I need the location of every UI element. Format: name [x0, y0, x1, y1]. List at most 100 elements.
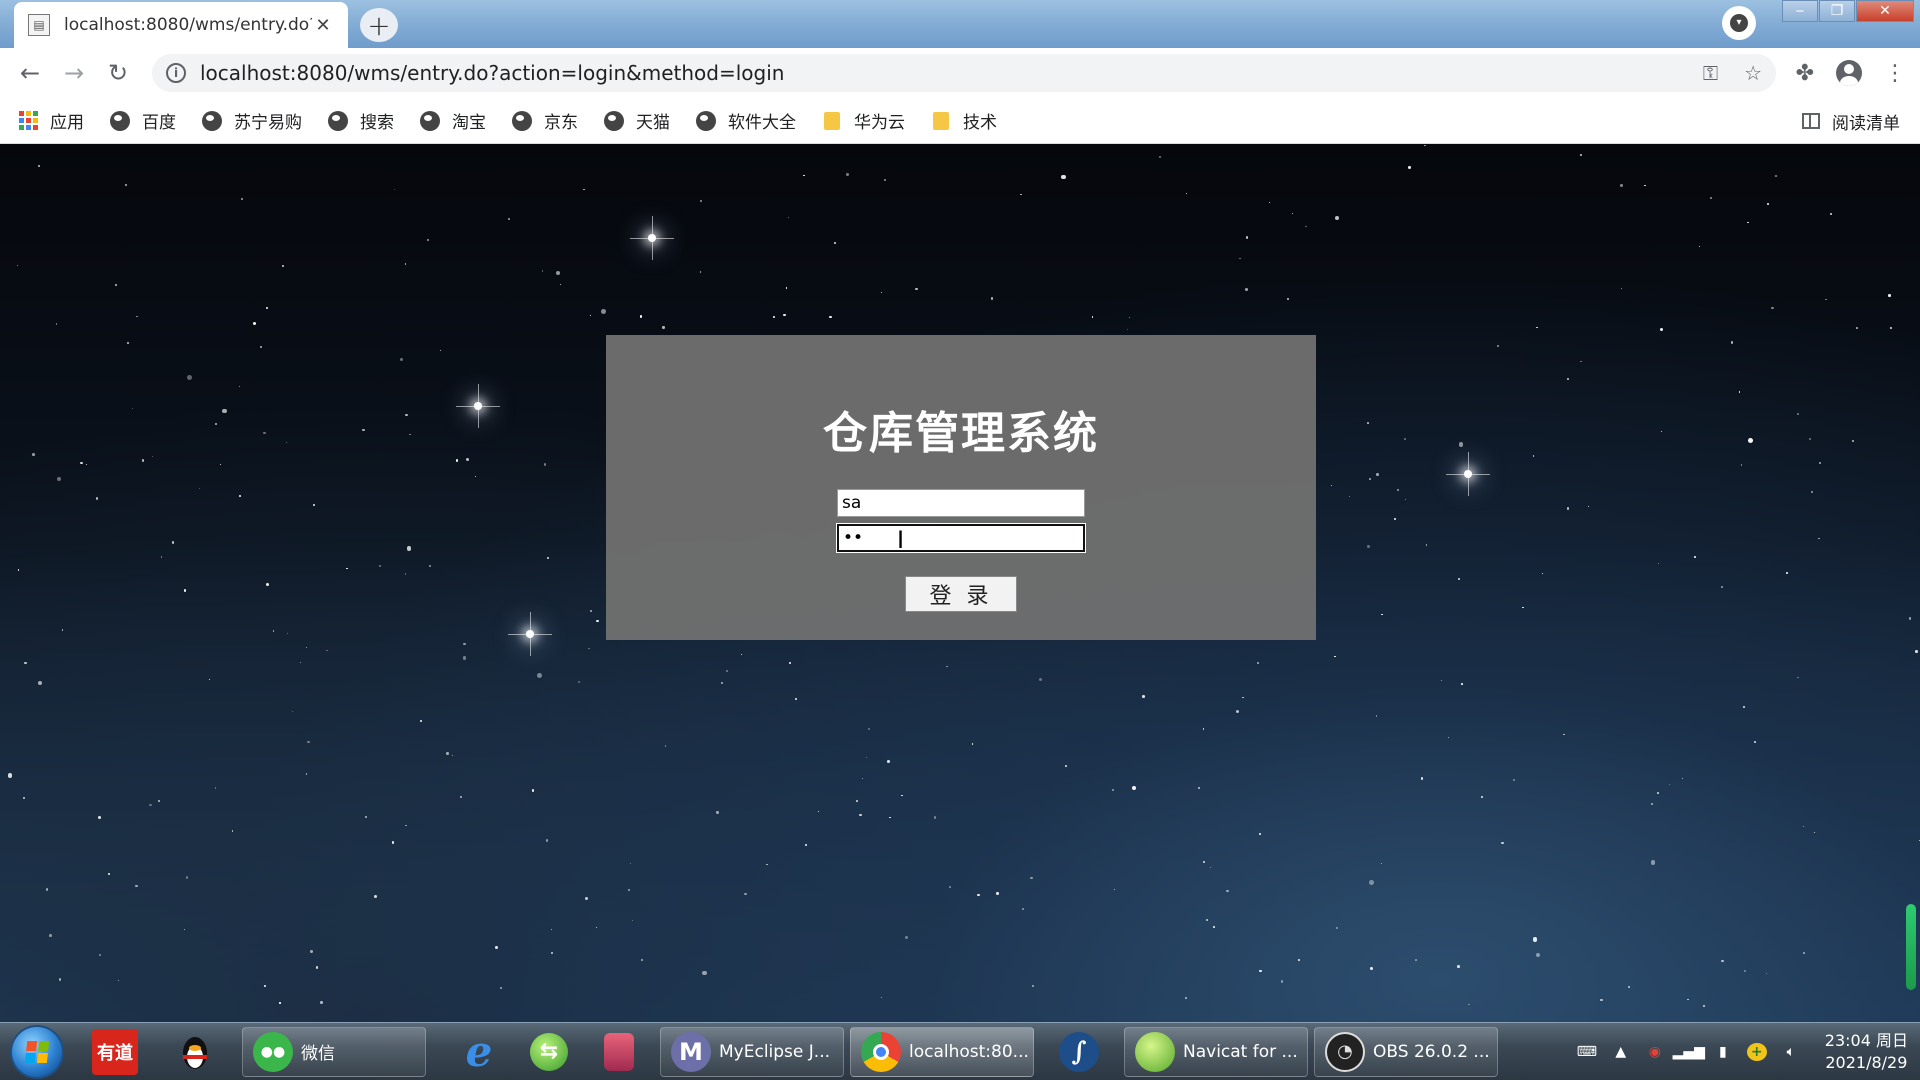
username-input[interactable]: [837, 489, 1085, 517]
bookmark-label: 搜索: [360, 113, 394, 133]
chevron-down-icon: ▾: [1730, 14, 1748, 32]
bookmark-label: 京东: [544, 113, 578, 133]
window-controls: ‒ ❐ ✕: [1781, 0, 1914, 22]
database-tool-icon[interactable]: [590, 1027, 648, 1077]
bookmark-tmall[interactable]: 天猫: [604, 108, 670, 133]
bookmark-suning[interactable]: 苏宁易购: [202, 108, 302, 133]
page-favicon-icon: ▤: [28, 14, 50, 36]
back-button[interactable]: ←: [8, 51, 52, 95]
reading-list-button[interactable]: 阅读清单: [1802, 98, 1900, 144]
tab-title: localhost:8080/wms/entry.do?: [64, 15, 312, 35]
green-refresh-app-icon[interactable]: ⇆: [520, 1027, 578, 1077]
bookmark-taobao[interactable]: 淘宝: [420, 108, 486, 133]
security-shield-icon[interactable]: ◉: [1645, 1043, 1665, 1061]
task-label: Navicat for ...: [1183, 1041, 1298, 1062]
taskbar-app-myeclipse[interactable]: M MyEclipse J...: [660, 1026, 844, 1077]
reload-icon: ↻: [107, 59, 129, 87]
globe-icon: [202, 110, 222, 131]
youdao-label: 有道: [97, 1042, 133, 1064]
task-label: localhost:80...: [909, 1041, 1029, 1062]
password-input[interactable]: [836, 523, 1086, 553]
globe-icon: [420, 110, 440, 131]
minimize-button[interactable]: ‒: [1782, 0, 1818, 22]
globe-icon: [696, 110, 716, 131]
taskbar-app-chrome[interactable]: localhost:80...: [850, 1026, 1034, 1077]
reading-list-label: 阅读清单: [1832, 113, 1900, 134]
site-info-icon[interactable]: i: [166, 63, 186, 83]
bookmark-baidu[interactable]: 百度: [110, 108, 176, 133]
bookmark-folder-huaweicloud[interactable]: 华为云: [822, 108, 905, 133]
clock-date: 2021/8/29: [1825, 1053, 1908, 1072]
task-label: 微信: [301, 1044, 335, 1064]
start-button[interactable]: [10, 1024, 64, 1079]
bookmark-label: 淘宝: [452, 113, 486, 133]
browser-tab[interactable]: ▤ localhost:8080/wms/entry.do? ✕: [14, 2, 348, 48]
bookmark-label: 软件大全: [728, 113, 796, 133]
bookmark-label: 天猫: [636, 113, 670, 133]
menu-dots-icon[interactable]: ⋮: [1884, 61, 1906, 86]
system-tray: ⌨ ▲ ◉ ▂▄▆ ▮ + 🔈︎ 23:04 周日 2021/8/29: [1577, 1023, 1908, 1080]
bookmark-label: 技术: [963, 113, 997, 133]
login-panel: 仓库管理系统 登 录: [606, 335, 1316, 640]
add-plus-icon[interactable]: +: [1746, 1043, 1767, 1061]
bookmark-label: 华为云: [854, 113, 905, 133]
apps-grid-icon: [18, 111, 38, 131]
taskbar-app-wechat[interactable]: ●● 微信: [242, 1026, 426, 1077]
new-tab-button[interactable]: +: [360, 8, 398, 42]
chrome-icon: [861, 1031, 901, 1072]
globe-icon: [512, 110, 532, 131]
arrow-left-icon: ←: [19, 59, 41, 87]
bookmark-star-icon[interactable]: ☆: [1744, 61, 1762, 85]
text-cursor-icon: I: [897, 526, 905, 554]
taskbar: 有道 ●● 微信 e ⇆ M MyEclipse J... localhost:…: [0, 1022, 1920, 1080]
bookmark-label: 苏宁易购: [234, 113, 302, 133]
bookmark-jd[interactable]: 京东: [512, 108, 578, 133]
close-window-button[interactable]: ✕: [1856, 0, 1914, 22]
show-hidden-icons-icon[interactable]: ▲: [1611, 1043, 1631, 1061]
network-signal-icon[interactable]: ▂▄▆: [1673, 1043, 1705, 1061]
internet-explorer-icon[interactable]: e: [450, 1027, 508, 1077]
tab-close-icon[interactable]: ✕: [312, 15, 334, 36]
wechat-icon: ●●: [253, 1031, 293, 1072]
bookmark-search[interactable]: 搜索: [328, 108, 394, 133]
bookmark-software[interactable]: 软件大全: [696, 108, 796, 133]
taskbar-app-navicat[interactable]: Navicat for ...: [1124, 1026, 1308, 1077]
bookmark-label: 百度: [142, 113, 176, 133]
arrow-right-icon: →: [63, 59, 85, 87]
bookmark-label: 应用: [50, 113, 84, 133]
profile-avatar-icon[interactable]: [1836, 60, 1862, 86]
page-viewport: 仓库管理系统 登 录 I: [0, 144, 1920, 1022]
address-url[interactable]: localhost:8080/wms/entry.do?action=login…: [200, 61, 784, 85]
clipboard-icon[interactable]: ▮: [1713, 1043, 1733, 1061]
clock-time: 23:04 周日: [1824, 1031, 1908, 1050]
myeclipse-icon: M: [671, 1031, 711, 1072]
restore-button[interactable]: ❐: [1819, 0, 1855, 22]
forward-button[interactable]: →: [52, 51, 96, 95]
obs-icon: ◔: [1325, 1031, 1365, 1072]
qq-penguin-icon[interactable]: [172, 1027, 218, 1077]
folder-icon: [824, 111, 840, 130]
windows-logo-icon: [24, 1040, 50, 1063]
side-indicator: [1906, 904, 1916, 990]
globe-icon: [604, 110, 624, 131]
extensions-icon[interactable]: ✤: [1796, 61, 1814, 86]
volume-icon[interactable]: 🔈︎: [1781, 1043, 1801, 1061]
navicat-icon: [1135, 1031, 1175, 1072]
reload-button[interactable]: ↻: [96, 51, 140, 95]
key-icon[interactable]: ⚿: [1703, 61, 1718, 85]
folder-icon: [933, 111, 949, 130]
reading-list-icon: [1802, 113, 1820, 129]
login-button[interactable]: 登 录: [905, 576, 1017, 612]
system-clock[interactable]: 23:04 周日 2021/8/29: [1825, 1030, 1908, 1074]
bookmarks-bar: 应用 百度 苏宁易购 搜索 淘宝 京东 天猫 软件大全 华为云 技术 阅读清单: [0, 98, 1920, 144]
pen-tool-icon[interactable]: ∫: [1050, 1027, 1108, 1077]
address-bar[interactable]: i localhost:8080/wms/entry.do?action=log…: [152, 54, 1776, 92]
youdao-icon[interactable]: 有道: [92, 1028, 138, 1075]
tab-search-button[interactable]: ▾: [1722, 6, 1756, 40]
browser-titlebar: ▤ localhost:8080/wms/entry.do? ✕ + ▾ ‒ ❐…: [0, 0, 1920, 48]
bookmark-folder-tech[interactable]: 技术: [931, 108, 997, 133]
task-label: OBS 26.0.2 ...: [1373, 1041, 1490, 1062]
keyboard-icon[interactable]: ⌨: [1577, 1043, 1597, 1061]
bookmark-apps[interactable]: 应用: [18, 108, 84, 133]
taskbar-app-obs[interactable]: ◔ OBS 26.0.2 ...: [1314, 1026, 1498, 1077]
